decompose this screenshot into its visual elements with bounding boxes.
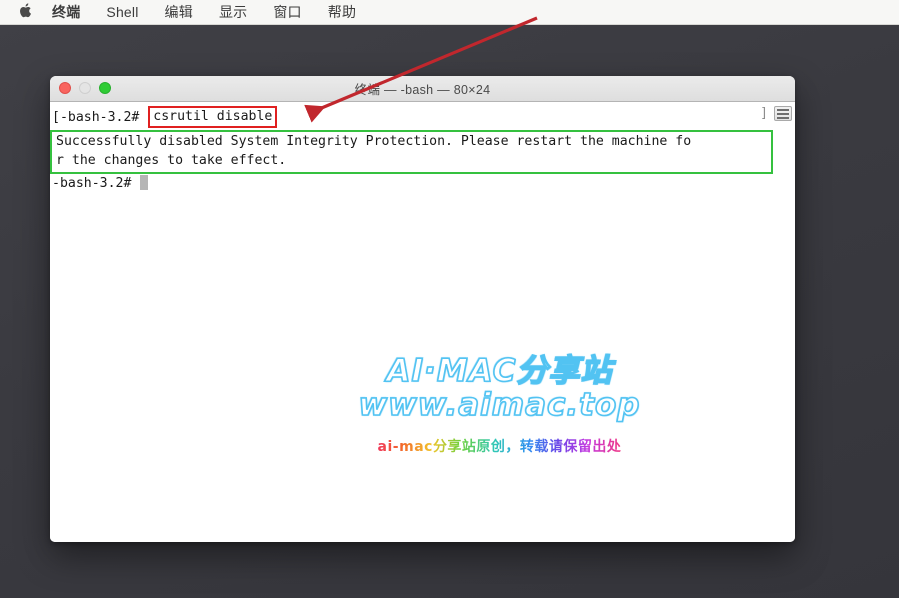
close-button[interactable] [59, 82, 71, 94]
menu-item-terminal[interactable]: 终端 [52, 2, 80, 22]
terminal-window: 终端 — -bash — 80×24 [-bash-3.2# csrutil d… [50, 76, 795, 542]
menu-item-window[interactable]: 窗口 [273, 2, 301, 22]
menu-item-edit[interactable]: 编辑 [165, 2, 193, 22]
split-pane-icon[interactable] [774, 106, 792, 121]
terminal-prompt-line: -bash-3.2# [50, 174, 795, 193]
text-cursor [140, 175, 149, 190]
terminal-content-area[interactable]: [-bash-3.2# csrutil disable Successfully… [50, 102, 795, 542]
zoom-button[interactable] [99, 82, 111, 94]
terminal-command-line: [-bash-3.2# csrutil disable [50, 106, 795, 129]
terminal-output-line-1: Successfully disabled System Integrity P… [56, 134, 692, 149]
menu-item-view[interactable]: 显示 [219, 2, 247, 22]
window-title: 终端 — -bash — 80×24 [354, 83, 491, 97]
shell-prompt-first: [-bash-3.2# [52, 110, 148, 125]
terminal-output-line-2: r the changes to take effect. [56, 153, 287, 168]
menu-item-shell[interactable]: Shell [106, 4, 138, 20]
shell-prompt-second: -bash-3.2# [52, 176, 140, 191]
split-pane-icon-bar [777, 113, 789, 115]
split-pane-icon-bar [777, 117, 789, 119]
apple-logo-icon[interactable] [18, 2, 34, 21]
watermark-line-3: ai-mac分享站原创，转载请保留出处 [378, 436, 622, 456]
watermark-line-2: www.aimac.top [358, 387, 641, 423]
minimize-button[interactable] [79, 82, 91, 94]
window-title-bar[interactable]: 终端 — -bash — 80×24 [50, 76, 795, 102]
desktop-screen: 终端 Shell 编辑 显示 窗口 帮助 终端 — -bash — 80×24 … [0, 0, 899, 598]
menu-bar: 终端 Shell 编辑 显示 窗口 帮助 [0, 0, 899, 25]
output-highlight-box: Successfully disabled System Integrity P… [50, 130, 773, 174]
split-pane-icon-bar [777, 109, 789, 111]
window-controls [59, 82, 111, 94]
watermark-overlay: AI·MAC分享站 www.aimac.top ai-mac分享站原创，转载请保… [50, 353, 795, 456]
command-highlight-box: csrutil disable [148, 106, 278, 128]
watermark-line-1: AI·MAC分享站 [386, 353, 613, 389]
menu-item-help[interactable]: 帮助 [328, 2, 356, 22]
terminal-scrollbar[interactable] [759, 102, 771, 542]
